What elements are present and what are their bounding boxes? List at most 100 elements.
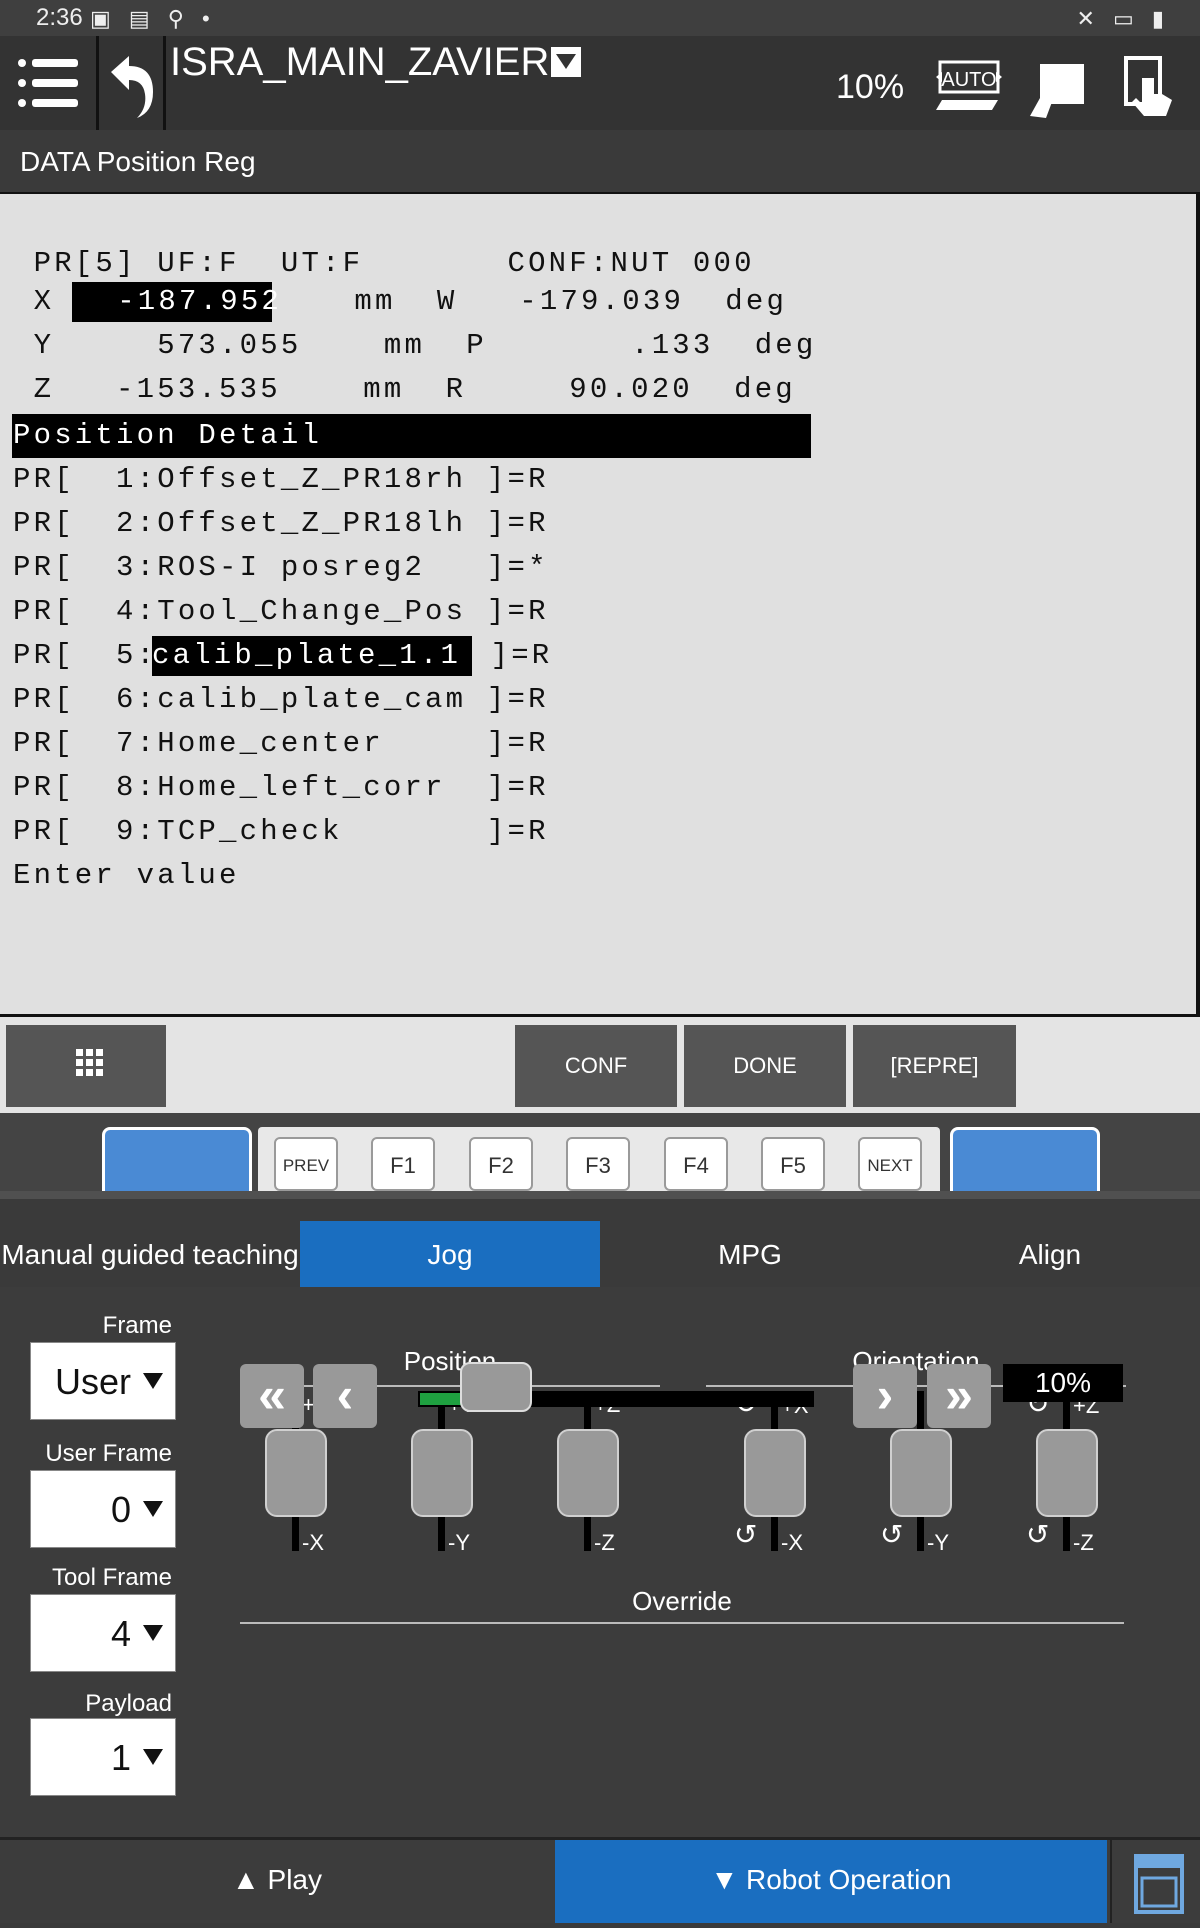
back-button[interactable] bbox=[99, 36, 166, 130]
touch-mode-icon[interactable] bbox=[1120, 54, 1180, 120]
override-fast-up-button[interactable]: » bbox=[927, 1364, 991, 1428]
tab-jog[interactable]: Jog bbox=[300, 1221, 600, 1289]
left-shift-key[interactable] bbox=[102, 1127, 252, 1194]
grid-menu-button[interactable] bbox=[6, 1025, 166, 1107]
pr5-suffix: ]=R bbox=[470, 639, 553, 672]
chevron-down-icon bbox=[143, 1373, 163, 1389]
tool-frame-label: Tool Frame bbox=[51, 1564, 172, 1591]
x-rest-line: mm W -179.039 deg bbox=[272, 285, 788, 318]
pr-list-item[interactable]: PR[ 1:Offset_Z_PR18rh ]=R bbox=[13, 460, 549, 500]
frame-select[interactable]: User bbox=[30, 1342, 176, 1420]
display-icon bbox=[1134, 1854, 1184, 1914]
jog-minus-ry-label: -Y bbox=[927, 1530, 949, 1555]
conf-button[interactable]: CONF bbox=[515, 1025, 677, 1107]
tab-mpg[interactable]: MPG bbox=[600, 1221, 900, 1289]
pr-header-line: PR[5] UF:F UT:F CONF:NUT 000 bbox=[13, 247, 755, 280]
x-value-field[interactable]: -187.952 bbox=[76, 282, 282, 322]
pr-list-item[interactable]: PR[ 8:Home_left_corr ]=R bbox=[13, 768, 549, 808]
override-label: Override bbox=[632, 1586, 732, 1616]
dropdown-icon bbox=[551, 47, 582, 77]
program-name: ISRA_MAIN_ZAVIER bbox=[170, 40, 550, 84]
auto-mode-icon[interactable]: AUTO bbox=[934, 56, 1004, 112]
position-register-screen: PR[5] UF:F UT:F CONF:NUT 000 X -187.952 … bbox=[0, 194, 1200, 1017]
menu-icon bbox=[18, 59, 78, 107]
user-frame-label: User Frame bbox=[45, 1440, 172, 1467]
override-up-button[interactable]: › bbox=[853, 1364, 917, 1428]
frame-label: Frame bbox=[102, 1312, 172, 1339]
pr-list-item[interactable]: PR[ 2:Offset_Z_PR18lh ]=R bbox=[13, 504, 549, 544]
system-icons: ✕ ▭ ▮ bbox=[1076, 6, 1170, 31]
y-line[interactable]: Y 573.055 mm P .133 deg bbox=[13, 326, 817, 366]
title-bar: ISRA_MAIN_ZAVIER 10% AUTO bbox=[0, 36, 1200, 133]
z-line[interactable]: Z -153.535 mm R 90.020 deg bbox=[13, 370, 796, 410]
f4-key[interactable]: F4 bbox=[664, 1137, 728, 1191]
tab-align[interactable]: Align bbox=[900, 1221, 1200, 1289]
rotate-ccw-icon: ↺ bbox=[734, 1519, 758, 1550]
rotate-ccw-icon: ↺ bbox=[1026, 1519, 1050, 1550]
pr-list-item[interactable]: PR[ 7:Home_center ]=R bbox=[13, 724, 549, 764]
jog-minus-x-label: -X bbox=[302, 1530, 324, 1555]
jog-minus-y-label: -Y bbox=[448, 1530, 470, 1555]
right-shift-key[interactable] bbox=[950, 1127, 1100, 1194]
rotate-ccw-icon: ↺ bbox=[880, 1519, 904, 1550]
x-label: X bbox=[13, 285, 55, 318]
screen-header: DATA Position Reg bbox=[0, 130, 1200, 195]
detail-header: Position Detail bbox=[13, 419, 323, 452]
override-slider-thumb[interactable] bbox=[459, 1362, 532, 1412]
override-slider-fill bbox=[420, 1393, 464, 1405]
robot-operation-button[interactable]: ▼ Robot Operation bbox=[555, 1840, 1107, 1923]
repre-button[interactable]: [REPRE] bbox=[853, 1025, 1016, 1107]
pr5-name[interactable]: calib_plate_1.1 bbox=[152, 636, 461, 676]
triangle-down-icon: ▼ bbox=[710, 1864, 747, 1895]
f2-key[interactable]: F2 bbox=[469, 1137, 533, 1191]
pr-list-item[interactable]: PR[ 6:calib_plate_cam ]=R bbox=[13, 680, 549, 720]
play-button[interactable]: ▲ Play bbox=[0, 1840, 554, 1923]
f3-key[interactable]: F3 bbox=[566, 1137, 630, 1191]
status-bar: 2:36 ▣ ▤ ⚲ • ✕ ▭ ▮ bbox=[0, 0, 1200, 36]
chevron-down-icon bbox=[143, 1501, 163, 1517]
pr-list-item[interactable]: PR[ 9:TCP_check ]=R bbox=[13, 812, 549, 852]
screen-title: DATA Position Reg bbox=[20, 146, 256, 177]
teach-pendant-icon[interactable] bbox=[1026, 58, 1088, 122]
tool-frame-select[interactable]: 4 bbox=[30, 1594, 176, 1672]
chevron-down-icon bbox=[143, 1749, 163, 1765]
override-divider bbox=[240, 1622, 1124, 1624]
jog-minus-rx-label: -X bbox=[781, 1530, 803, 1555]
triangle-up-icon: ▲ bbox=[232, 1864, 268, 1895]
function-key-bar: CONF DONE [REPRE] bbox=[0, 1017, 1200, 1113]
menu-button[interactable] bbox=[0, 36, 99, 130]
svg-text:AUTO: AUTO bbox=[941, 69, 996, 91]
back-icon bbox=[111, 56, 153, 118]
program-selector[interactable]: ISRA_MAIN_ZAVIER bbox=[170, 40, 582, 85]
payload-select[interactable]: 1 bbox=[30, 1718, 176, 1796]
notification-icons: ▣ ▤ ⚲ • bbox=[90, 6, 216, 31]
prev-key[interactable]: PREV bbox=[274, 1137, 338, 1191]
nav-key-row: PREV F1 F2 F3 F4 F5 NEXT bbox=[0, 1113, 1200, 1194]
jog-tabs: Manual guided teaching Jog MPG Align bbox=[0, 1191, 1200, 1295]
override-down-button[interactable]: ‹ bbox=[313, 1364, 377, 1428]
next-key[interactable]: NEXT bbox=[858, 1137, 922, 1191]
speed-override: 10% bbox=[836, 68, 905, 106]
tool-frame-value: 4 bbox=[110, 1613, 131, 1654]
jog-minus-z-label: -Z bbox=[594, 1530, 615, 1555]
display-toggle-button[interactable] bbox=[1110, 1840, 1200, 1923]
jog-minus-rz-label: -Z bbox=[1073, 1530, 1094, 1555]
user-frame-value: 0 bbox=[110, 1489, 131, 1530]
grid-icon bbox=[76, 1049, 103, 1076]
frame-value: User bbox=[54, 1361, 131, 1402]
robot-operation-label: Robot Operation bbox=[746, 1864, 952, 1895]
payload-label: Payload bbox=[85, 1690, 172, 1717]
pr-list-item[interactable]: PR[ 3:ROS-I posreg2 ]=* bbox=[13, 548, 549, 588]
chevron-down-icon bbox=[143, 1625, 163, 1641]
f1-key[interactable]: F1 bbox=[371, 1137, 435, 1191]
pr-list-item[interactable]: PR[ 4:Tool_Change_Pos ]=R bbox=[13, 592, 549, 632]
tab-manual-guided-teaching[interactable]: Manual guided teaching bbox=[0, 1221, 300, 1289]
override-fast-down-button[interactable]: « bbox=[240, 1364, 304, 1428]
payload-value: 1 bbox=[110, 1737, 131, 1778]
prompt-line: Enter value bbox=[13, 859, 240, 892]
user-frame-select[interactable]: 0 bbox=[30, 1470, 176, 1548]
f5-key[interactable]: F5 bbox=[761, 1137, 825, 1191]
pr5-prefix[interactable]: PR[ 5: bbox=[13, 636, 157, 676]
status-time: 2:36 bbox=[36, 4, 83, 31]
done-button[interactable]: DONE bbox=[684, 1025, 846, 1107]
